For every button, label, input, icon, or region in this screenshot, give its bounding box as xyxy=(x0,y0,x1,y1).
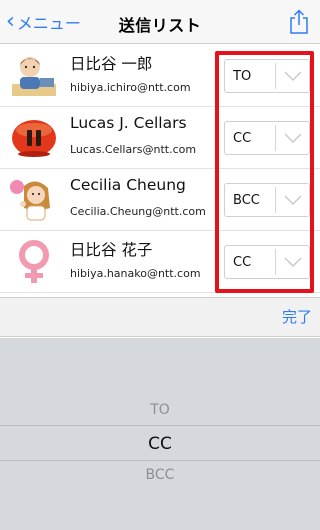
man-at-desk-avatar xyxy=(12,57,56,96)
recipient-name: Lucas J. Cellars xyxy=(70,114,187,132)
recipient-email: Lucas.Cellars@ntt.com xyxy=(70,143,197,156)
female-symbol-avatar xyxy=(19,240,49,283)
picker-wheel[interactable]: TO CC BCC xyxy=(0,338,320,530)
share-icon[interactable] xyxy=(288,9,310,35)
recipient-name: 日比谷 一郎 xyxy=(70,55,153,73)
picker-toolbar: 完了 xyxy=(0,297,320,337)
recipient-email: hibiya.ichiro@ntt.com xyxy=(70,81,191,94)
picker-option-selected[interactable]: CC xyxy=(0,434,320,454)
woman-ok-avatar xyxy=(10,180,50,221)
recipient-name: 日比谷 花子 xyxy=(70,241,153,259)
page-title: 送信リスト xyxy=(118,16,202,35)
recipient-email: Cecilia.Cheung@ntt.com xyxy=(70,205,206,218)
picker-option[interactable]: BCC xyxy=(0,467,320,483)
navigation-bar: ‹ メニュー 送信リスト xyxy=(0,0,320,44)
picker-selection-line-top xyxy=(0,425,320,426)
red-pause-avatar xyxy=(12,120,56,157)
picker-selection-line-bottom xyxy=(0,460,320,461)
done-button[interactable]: 完了 xyxy=(282,306,312,327)
highlight-annotation xyxy=(215,51,314,293)
recipient-name: Cecilia Cheung xyxy=(70,176,186,194)
recipient-email: hibiya.hanako@ntt.com xyxy=(70,267,201,280)
picker-option[interactable]: TO xyxy=(0,402,320,418)
